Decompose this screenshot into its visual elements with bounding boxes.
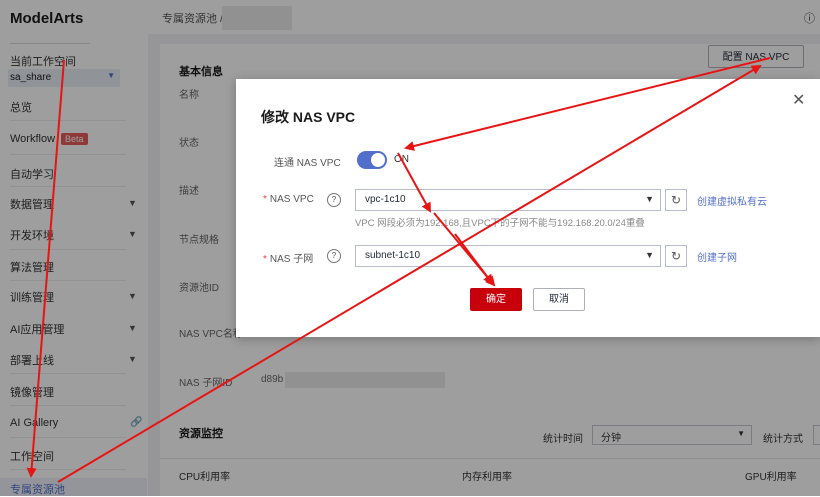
caret-down-icon: ▼ [645,194,654,204]
toggle-knob [371,153,385,167]
nas-vpc-value: vpc-1c10 [365,194,406,205]
connect-nas-vpc-toggle[interactable] [357,151,387,169]
refresh-icon[interactable]: ↻ [665,245,687,267]
create-subnet-link[interactable]: 创建子网 [697,249,737,264]
nas-vpc-select[interactable]: vpc-1c10 ▼ [355,189,661,211]
connect-nas-vpc-label: 连通 NAS VPC [274,158,341,169]
nas-vpc-label: * NAS VPC [263,194,314,205]
modify-nas-vpc-dialog: 修改 NAS VPC ✕ 连通 NAS VPC ON * NAS VPC ? vp… [236,79,820,337]
help-icon[interactable]: ? [327,249,341,263]
dialog-title: 修改 NAS VPC [261,109,356,125]
nas-subnet-select[interactable]: subnet-1c10 ▼ [355,245,661,267]
confirm-button[interactable]: 确定 [470,288,522,311]
refresh-icon[interactable]: ↻ [665,189,687,211]
caret-down-icon: ▼ [645,250,654,260]
create-vpc-link[interactable]: 创建虚拟私有云 [697,193,767,208]
vpc-hint-text: VPC 网段必须为192.168,且VPC下的子网不能与192.168.20.0… [355,218,645,229]
toggle-state-text: ON [394,154,409,165]
close-icon[interactable]: ✕ [792,90,805,110]
cancel-button[interactable]: 取消 [533,288,585,311]
help-icon[interactable]: ? [327,193,341,207]
nas-subnet-value: subnet-1c10 [365,250,421,261]
nas-subnet-label: * NAS 子网 [263,254,314,265]
